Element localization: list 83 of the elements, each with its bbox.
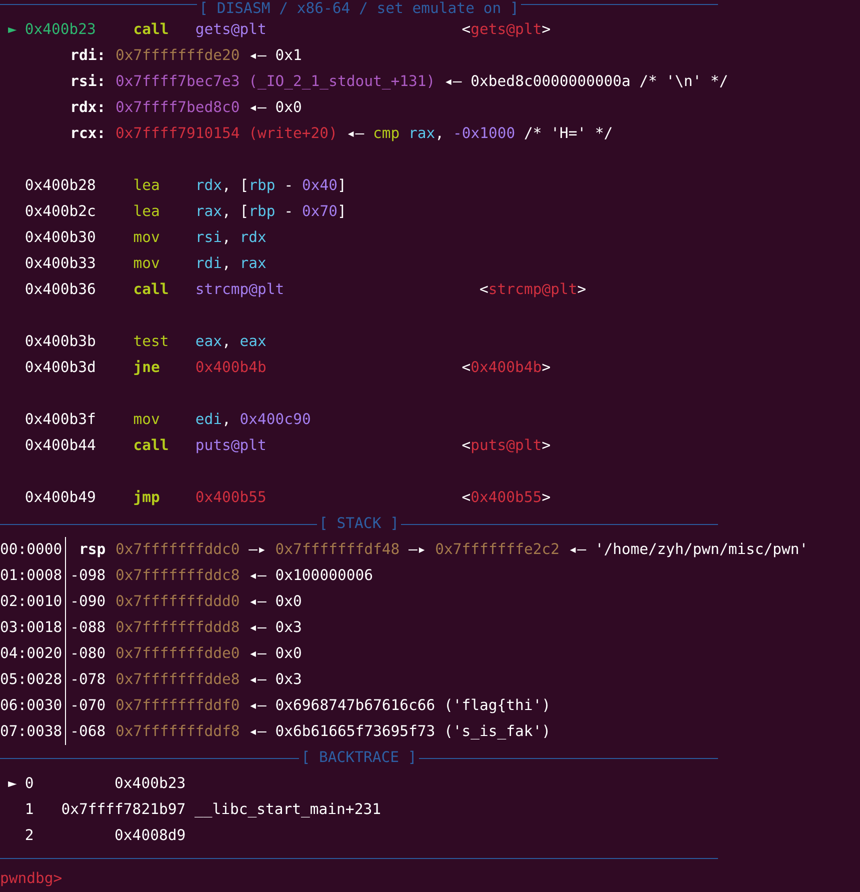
mnemonic-text: jne [133,359,160,376]
register-value: 0x7ffff7910154 (write+20) ◂— cmp rax, -0x1000 /* 'H=' */ [115,125,613,142]
frame-index: 1 [24,801,34,818]
operand-text: eax, eax [195,333,266,350]
prompt-text: pwndbg> [0,870,62,887]
mnemonic-text: call [133,21,169,38]
instruction-address: 0x400b28 [24,176,96,196]
frame-address: 0x4008d9 [114,827,186,844]
register-name: rdx: [70,99,106,116]
stack-label: -070 [70,697,106,714]
stack-value: 0x7fffffffddf0 ◂— 0x6968747b67616c66 ('flag{thi') [115,697,551,714]
instruction-address: 0x400b2c [24,202,96,222]
branch-target: <puts@plt> [462,437,551,454]
stack-label: -078 [70,671,106,688]
stack-offset: 06:0030 [0,697,62,714]
current-marker: ► [8,775,17,792]
branch-target: <0x400b4b> [462,359,551,376]
section-title: [ DISASM / x86-64 / set emulate on ] [198,0,520,17]
stack-label: -090 [70,593,106,610]
stack-offset: 00:0000 [0,541,62,558]
mnemonic-text: lea [133,177,160,194]
frame-address: 0x400b23 [114,775,186,792]
stack-value: 0x7fffffffddf8 ◂— 0x6b61665f73695f73 ('s_is_fak') [115,723,551,740]
stack-label: -068 [70,723,106,740]
stack-label: -080 [70,645,106,662]
operand-text: 0x400b4b [195,359,266,376]
branch-target: <0x400b55> [462,489,551,506]
mnemonic-text: mov [133,255,160,272]
register-name: rsi: [70,73,106,90]
stack-value: 0x7fffffffddc8 ◂— 0x100000006 [115,567,373,584]
frame-symbol: __libc_start_main+231 [194,801,381,818]
operand-text: rdi, rax [195,255,266,272]
frame-index: 2 [24,827,34,844]
mnemonic-text: mov [133,229,160,246]
stack-offset: 07:0038 [0,723,62,740]
stack-offset: 04:0020 [0,645,62,662]
instruction-address: 0x400b44 [24,436,96,456]
frame-address: 0x7ffff7821b97 [61,801,186,818]
register-value: 0x7fffffffde20 ◂— 0x1 [115,47,302,64]
operand-text: strcmp@plt [195,281,284,298]
instruction-address: 0x400b36 [24,280,96,300]
mnemonic-text: jmp [133,489,160,506]
register-value: 0x7ffff7bed8c0 ◂— 0x0 [115,99,302,116]
operand-text: rsi, rdx [195,229,266,246]
operand-text: edi, 0x400c90 [195,411,311,428]
stack-label: -088 [70,619,106,636]
stack-offset: 05:0028 [0,671,62,688]
stack-value: 0x7fffffffddc0 —▸ 0x7fffffffdf48 —▸ 0x7fffffffe2c2 ◂— '/home/zyh/pwn/misc/pwn' [115,541,808,558]
section-title: [ STACK ] [318,514,400,534]
instruction-address: 0x400b30 [24,228,96,248]
stack-offset: 03:0018 [0,619,62,636]
instruction-address: 0x400b3d [24,358,96,378]
register-name: rcx: [70,125,106,142]
operand-text: rax, [rbp - 0x70] [195,203,346,220]
mnemonic-text: test [133,333,169,350]
stack-value: 0x7fffffffddd0 ◂— 0x0 [115,593,302,610]
instruction-address: 0x400b49 [24,488,96,508]
operand-text: 0x400b55 [195,489,266,506]
mnemonic-text: mov [133,411,160,428]
instruction-address: 0x400b23 [24,20,96,40]
stack-label: -098 [70,567,106,584]
operand-text: puts@plt [195,437,266,454]
frame-index: 0 [24,775,34,792]
operand-text: gets@plt [195,21,266,38]
branch-target: <gets@plt> [462,21,551,38]
mnemonic-text: call [133,281,169,298]
operand-text: rdx, [rbp - 0x40] [195,177,346,194]
stack-label: rsp [79,541,106,558]
register-value: 0x7ffff7bec7e3 (_IO_2_1_stdout_+131) ◂— 0xbed8c0000000000a /* '\n' */ [115,73,728,90]
current-marker: ► [8,21,17,38]
mnemonic-text: lea [133,203,160,220]
instruction-address: 0x400b33 [24,254,96,274]
stack-value: 0x7fffffffdde8 ◂— 0x3 [115,671,302,688]
stack-value: 0x7fffffffdde0 ◂— 0x0 [115,645,302,662]
instruction-address: 0x400b3f [24,410,96,430]
instruction-address: 0x400b3b [24,332,96,352]
register-name: rdi: [70,47,106,64]
mnemonic-text: call [133,437,169,454]
stack-value: 0x7fffffffddd8 ◂— 0x3 [115,619,302,636]
section-title: [ BACKTRACE ] [300,748,418,768]
stack-offset: 02:0010 [0,593,62,610]
branch-target: <strcmp@plt> [480,281,586,298]
stack-offset: 01:0008 [0,567,62,584]
